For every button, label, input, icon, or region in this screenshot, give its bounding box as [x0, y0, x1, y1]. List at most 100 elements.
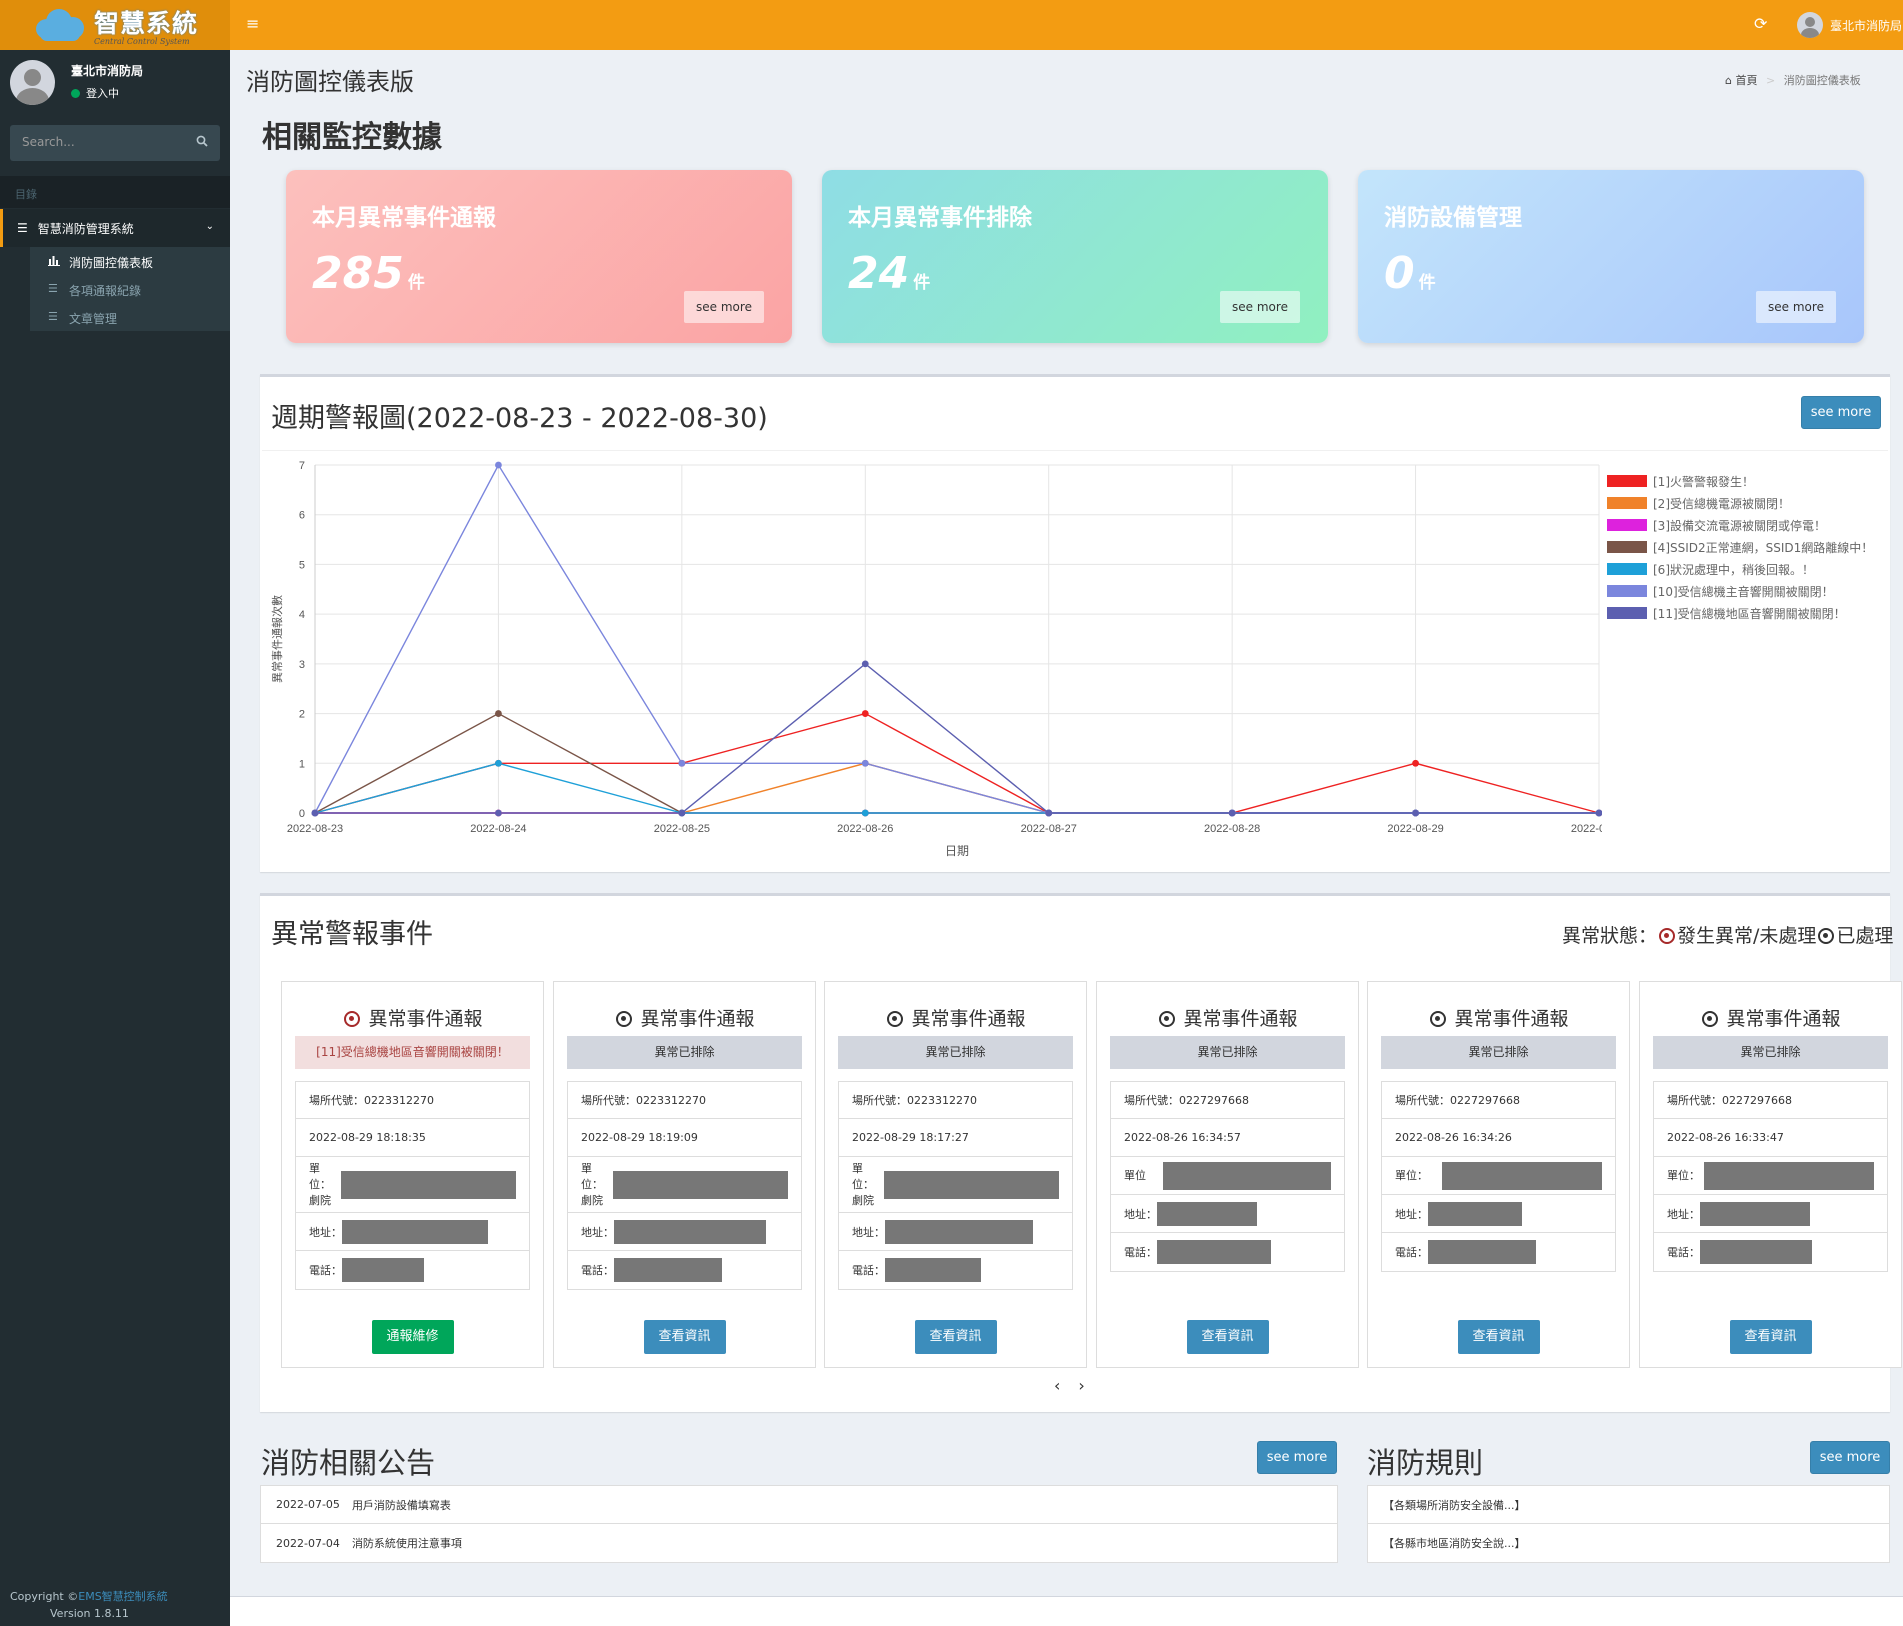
- sidebar-item-reports[interactable]: ☰ 各項通報紀錄: [30, 275, 230, 303]
- carousel-pager: ‹›: [1054, 1376, 1103, 1395]
- event-details: 場所代號：0223312270 2022-08-29 18:17:27 單位：劇…: [838, 1081, 1073, 1290]
- legend-swatch: [1607, 541, 1647, 553]
- redacted-block: [341, 1170, 516, 1199]
- see-more-button[interactable]: see more: [1220, 291, 1300, 323]
- logo-subtext: Central Control System: [93, 37, 190, 46]
- footer-link[interactable]: EMS智慧控制系統: [78, 1590, 167, 1603]
- prev-arrow-icon[interactable]: ‹: [1054, 1376, 1078, 1395]
- logo[interactable]: 智慧系統 Central Control System: [0, 0, 230, 50]
- breadcrumb-home[interactable]: 首頁: [1735, 74, 1757, 87]
- event-details: 場所代號：0227297668 2022-08-26 16:34:26 單位： …: [1381, 1081, 1616, 1272]
- sidebar-footer: Copyright ©EMS智慧控制系統 Version 1.8.11: [10, 1590, 168, 1620]
- refresh-icon[interactable]: ⟳: [1754, 14, 1767, 33]
- redacted-block: [885, 1219, 1033, 1244]
- legend-item[interactable]: [6]狀況處理中，稍後回報。！: [1607, 558, 1873, 580]
- event-action-button[interactable]: 查看資訊: [1729, 1320, 1812, 1354]
- data-point: [678, 759, 686, 767]
- event-details: 場所代號：0223312270 2022-08-29 18:19:09 單位：劇…: [567, 1081, 802, 1290]
- list-icon: ☰: [48, 310, 58, 323]
- search-icon[interactable]: [196, 135, 208, 147]
- event-details: 場所代號：0223312270 2022-08-29 18:18:35 單位：劇…: [295, 1081, 530, 1290]
- home-icon: ⌂: [1725, 74, 1732, 87]
- open-status-icon: [344, 1011, 361, 1027]
- legend-swatch: [1607, 519, 1647, 531]
- done-status-icon: [616, 1011, 633, 1027]
- redacted-block: [1442, 1161, 1602, 1190]
- x-tick-label: 2022-08-27: [1021, 823, 1077, 835]
- x-axis-label: 日期: [945, 844, 969, 858]
- sidebar-menu-fire-system[interactable]: ☰ 智慧消防管理系統 ⌄: [0, 209, 230, 247]
- event-action-button[interactable]: 查看資訊: [1186, 1320, 1269, 1354]
- notice-item[interactable]: 2022-07-04 消防系統使用注意事項: [261, 1524, 1337, 1562]
- rules-see-more-button[interactable]: see more: [1810, 1441, 1890, 1474]
- event-action-button[interactable]: 通報維修: [371, 1320, 454, 1354]
- list-icon: ☰: [17, 221, 28, 235]
- line-chart: 0 1 2 3 4 5 6 7 2022-08-23 2022-08-24 2022-08-25 20…: [270, 460, 1602, 858]
- redacted-block: [614, 1219, 766, 1244]
- legend-item[interactable]: [11]受信總機地區音響開關被關閉！: [1607, 602, 1873, 624]
- chart-see-more-button[interactable]: see more: [1801, 396, 1881, 429]
- notices-title: 消防相關公告: [261, 1446, 436, 1480]
- event-action-button[interactable]: 查看資訊: [914, 1320, 997, 1354]
- data-point: [1228, 809, 1236, 817]
- redacted-block: [1428, 1240, 1536, 1264]
- data-point: [678, 809, 686, 817]
- x-tick-label: 2022-08-28: [1204, 823, 1260, 835]
- breadcrumb: ⌂ 首頁 > 消防圖控儀表板: [1725, 74, 1861, 87]
- legend-item[interactable]: [10]受信總機主音響開關被關閉！: [1607, 580, 1873, 602]
- search-input[interactable]: Search...: [10, 125, 220, 161]
- notices-see-more-button[interactable]: see more: [1257, 1441, 1337, 1474]
- redacted-block: [1157, 1201, 1257, 1226]
- top-navbar: 智慧系統 Central Control System ≡ ⟳ 臺北市消防局: [0, 0, 1903, 50]
- legend-item[interactable]: [4]SSID2正常連網，SSID1網路離線中！: [1607, 536, 1873, 558]
- chart-title: 週期警報圖(2022-08-23 - 2022-08-30): [271, 403, 768, 434]
- x-tick-label: 2022-08-24: [470, 823, 526, 835]
- rules-title: 消防規則: [1367, 1446, 1484, 1480]
- sidebar-item-dashboard[interactable]: 消防圖控儀表板: [30, 247, 230, 275]
- data-point: [861, 759, 869, 767]
- status-legend: 異常狀態： 發生異常/未處理 已處理: [1562, 925, 1894, 947]
- rule-item[interactable]: 【各縣市地區消防安全說...】: [1368, 1524, 1889, 1562]
- legend-swatch: [1607, 585, 1647, 597]
- menu-toggle-icon[interactable]: ≡: [246, 14, 259, 33]
- event-action-button[interactable]: 查看資訊: [1457, 1320, 1540, 1354]
- alerts-title: 異常警報事件: [271, 919, 433, 950]
- redacted-block: [1700, 1201, 1810, 1226]
- x-tick-label: 2022-08-29: [1387, 823, 1443, 835]
- x-tick-label: 2022-08-25: [654, 823, 710, 835]
- legend-swatch: [1607, 607, 1647, 619]
- redacted-block: [884, 1170, 1059, 1199]
- redacted-block: [342, 1258, 424, 1282]
- event-status: 異常已排除: [567, 1036, 802, 1069]
- event-status: 異常已排除: [1381, 1036, 1616, 1069]
- data-point: [861, 809, 869, 817]
- notice-item[interactable]: 2022-07-05 用戶消防設備填寫表: [261, 1486, 1337, 1524]
- redacted-block: [885, 1258, 981, 1282]
- sidebar-submenu: 消防圖控儀表板 ☰ 各項通報紀錄 ☰ 文章管理: [30, 247, 230, 331]
- user-panel: 臺北市消防局 登入中: [10, 60, 143, 105]
- rule-item[interactable]: 【各類場所消防安全設備...】: [1368, 1486, 1889, 1524]
- done-status-icon: [1702, 1011, 1719, 1027]
- see-more-button[interactable]: see more: [684, 291, 764, 323]
- done-status-icon: [1430, 1011, 1447, 1027]
- done-status-icon: [887, 1011, 904, 1027]
- data-point: [495, 809, 502, 817]
- next-arrow-icon[interactable]: ›: [1078, 1376, 1102, 1395]
- user-menu[interactable]: 臺北市消防局: [1797, 12, 1902, 38]
- data-point: [1045, 809, 1053, 817]
- see-more-button[interactable]: see more: [1756, 291, 1836, 323]
- event-action-button[interactable]: 查看資訊: [643, 1320, 726, 1354]
- data-point: [495, 710, 502, 717]
- legend-item[interactable]: [2]受信總機電源被關閉！: [1607, 492, 1873, 514]
- breadcrumb-current: 消防圖控儀表板: [1783, 74, 1861, 87]
- series-line: [315, 662, 1599, 814]
- redacted-block: [613, 1170, 788, 1199]
- section-title: 相關監控數據: [262, 120, 442, 155]
- x-tick-label: 2022-08-30: [1571, 823, 1602, 835]
- legend-item[interactable]: [3]設備交流電源被關閉或停電！: [1607, 514, 1873, 536]
- y-tick-label: 4: [299, 609, 305, 621]
- open-status-icon: [1659, 928, 1676, 944]
- sidebar-item-articles[interactable]: ☰ 文章管理: [30, 303, 230, 331]
- legend-item[interactable]: [1]火警警報發生！: [1607, 470, 1873, 492]
- chart-legend: [1]火警警報發生！ [2]受信總機電源被關閉！ [3]設備交流電源被關閉或停電！[…: [1607, 470, 1873, 624]
